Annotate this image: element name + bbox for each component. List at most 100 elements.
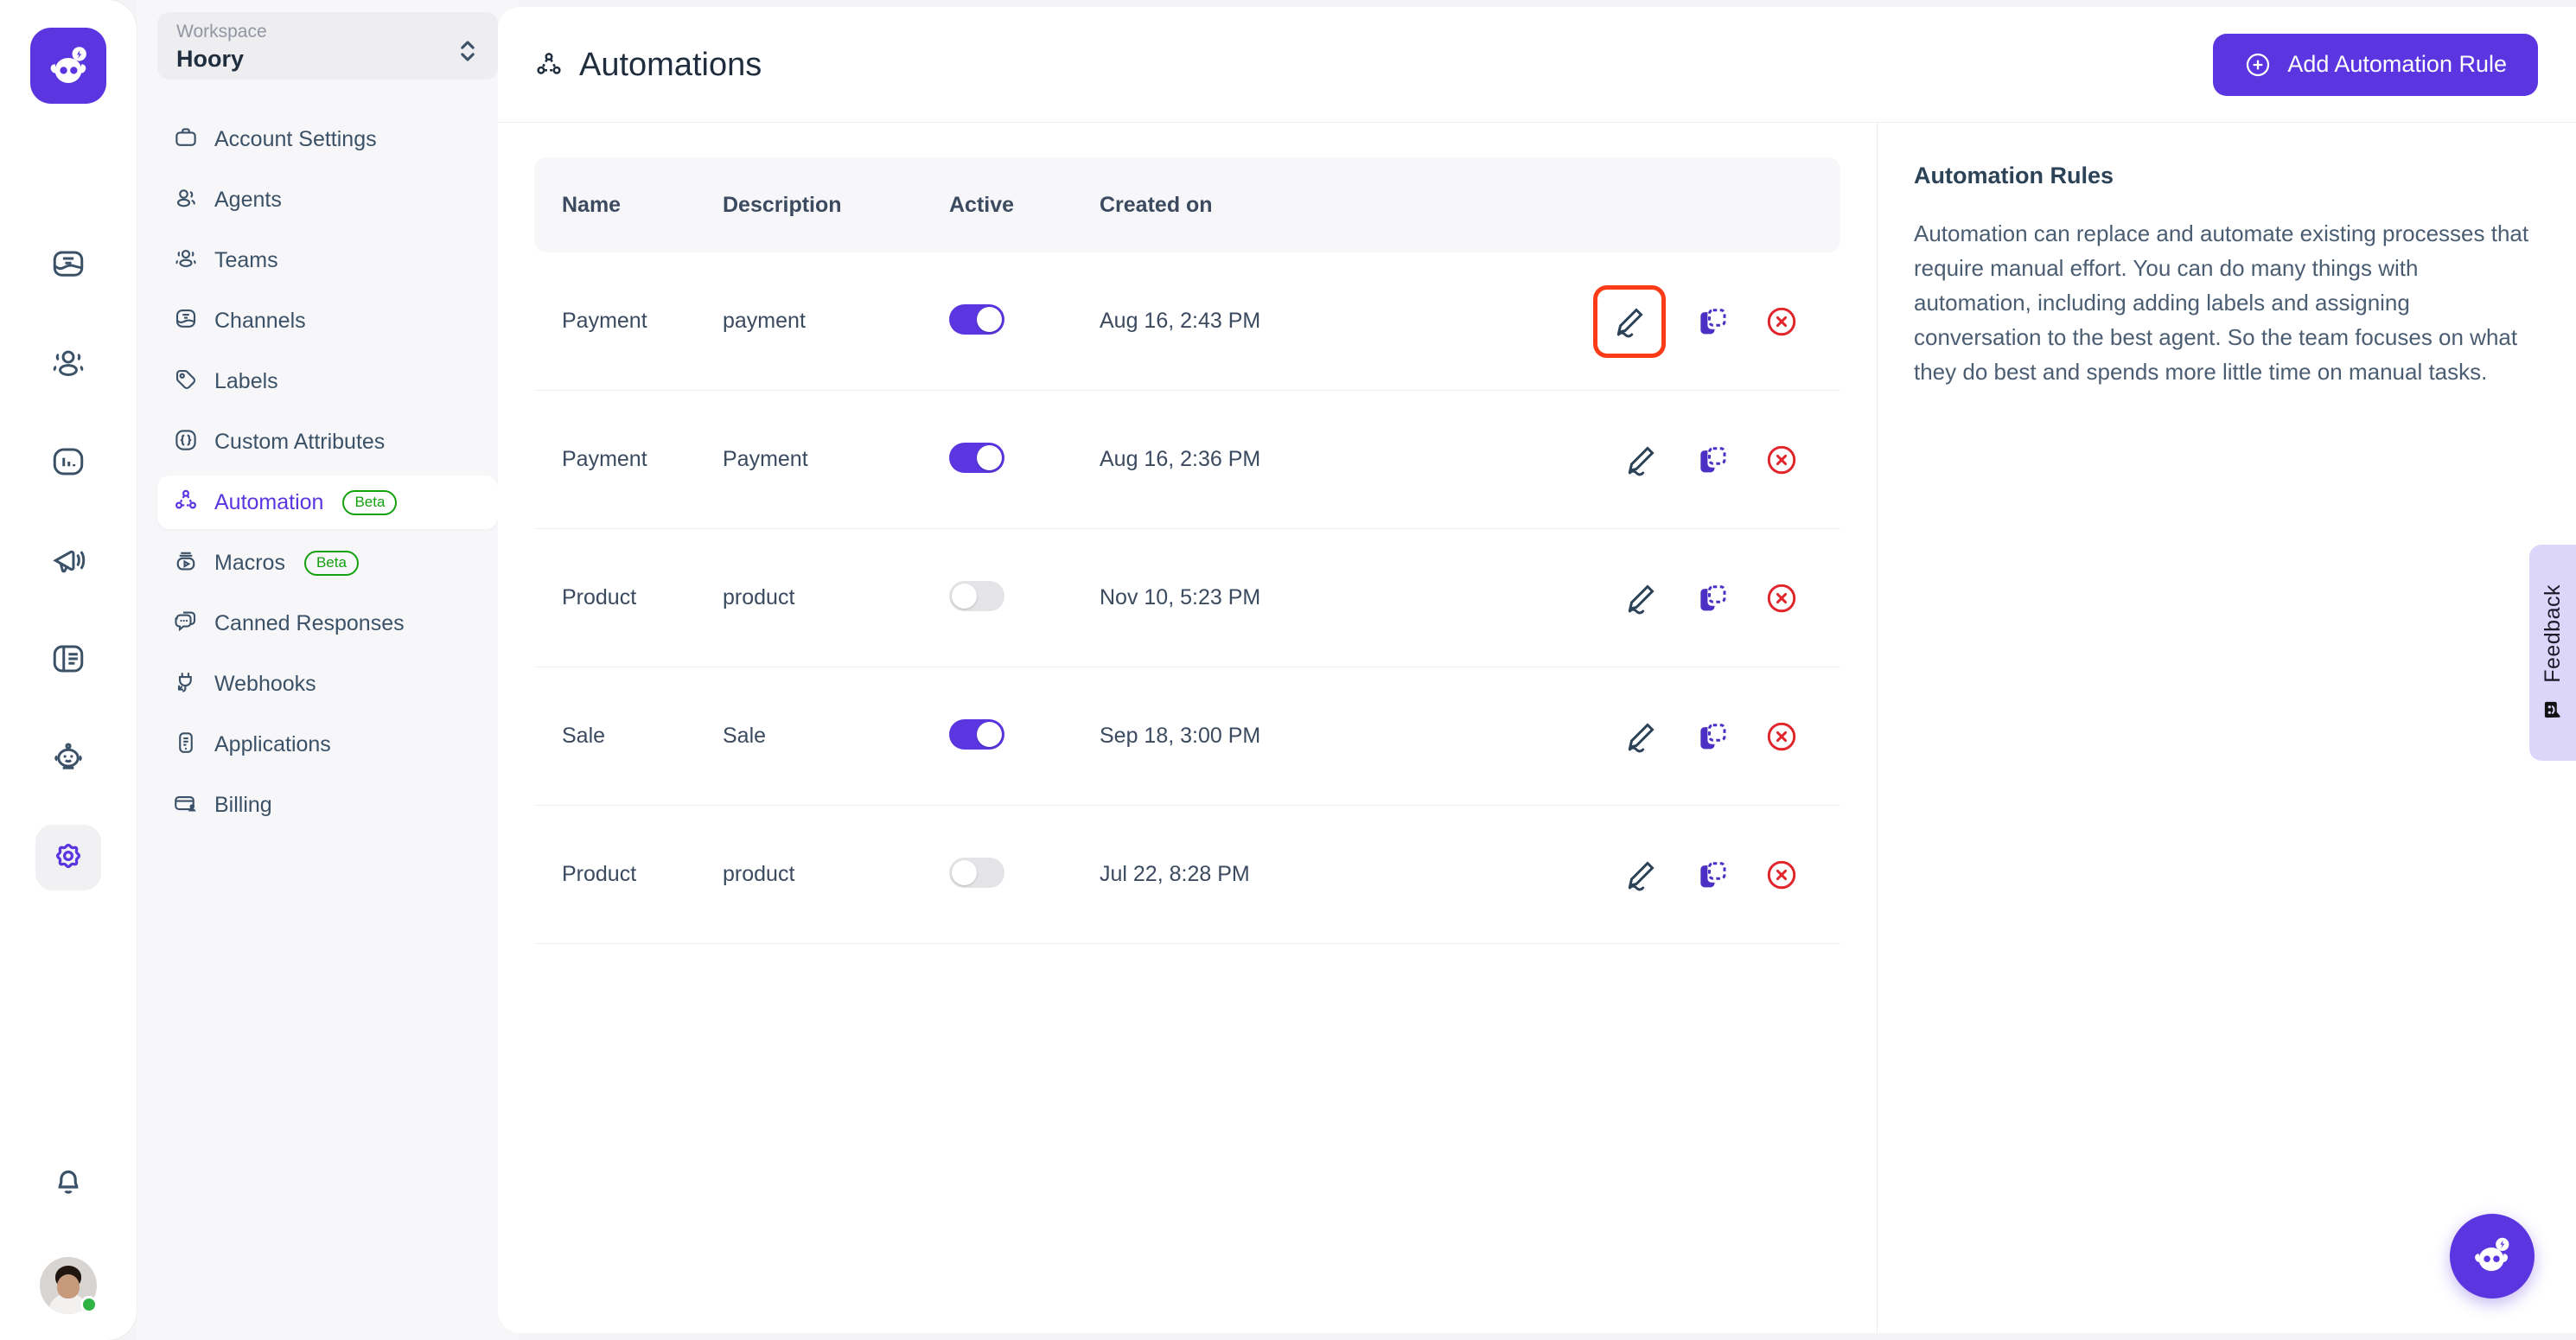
main-panel: Automations Add Automation Rule Name Des…: [498, 7, 2576, 1333]
clone-button[interactable]: [1690, 852, 1735, 897]
campaigns-icon: [50, 542, 86, 583]
sidebar-item-automation[interactable]: Automation Beta: [157, 475, 498, 529]
beta-badge: Beta: [303, 550, 359, 576]
edit-button[interactable]: [1616, 573, 1666, 623]
row-description: payment: [723, 309, 806, 333]
sidebar-item-label: Canned Responses: [214, 611, 405, 635]
active-toggle[interactable]: [949, 303, 1004, 335]
row-name: Product: [562, 862, 637, 886]
edit-button[interactable]: [1616, 711, 1666, 762]
row-description: Sale: [723, 724, 767, 748]
rail-item-bot[interactable]: [35, 726, 101, 792]
workspace-name: Hoory: [176, 46, 245, 72]
sidebar-item-label: Applications: [214, 732, 331, 756]
edit-button[interactable]: [1593, 284, 1666, 358]
row-name: Product: [562, 585, 637, 609]
sidebar-item-canned-responses[interactable]: Canned Responses: [157, 597, 498, 650]
automations-table: Name Description Active Created on Payme…: [498, 123, 1878, 1333]
knowledge-base-icon: [50, 641, 86, 681]
automation-icon: [173, 488, 199, 518]
active-toggle[interactable]: [949, 580, 1004, 611]
edit-button[interactable]: [1616, 850, 1666, 900]
briefcase-icon: [173, 124, 199, 155]
sidebar-item-label: Account Settings: [214, 127, 377, 151]
delete-button[interactable]: [1759, 714, 1804, 759]
row-created-on: Aug 16, 2:36 PM: [1100, 447, 1261, 471]
reports-icon: [50, 443, 86, 484]
column-header-name: Name: [562, 192, 622, 217]
clone-button[interactable]: [1690, 576, 1735, 621]
edit-button[interactable]: [1616, 435, 1666, 485]
workspace-label: Workspace: [176, 22, 267, 41]
sidebar-item-label: Macros: [214, 551, 285, 575]
avatar[interactable]: [40, 1257, 98, 1314]
table-row[interactable]: Payment payment Aug 16, 2:43 PM: [534, 252, 1840, 391]
clone-button[interactable]: [1690, 299, 1735, 344]
sidebar-item-applications[interactable]: Applications: [157, 718, 498, 771]
hoory-mascot-logo[interactable]: [30, 28, 106, 104]
table-row[interactable]: Product product Jul 22, 8:28 PM: [534, 806, 1840, 944]
info-panel-body: Automation can replace and automate exis…: [1914, 220, 2529, 385]
row-created-on: Aug 16, 2:43 PM: [1100, 309, 1261, 333]
rail-item-knowledge-base[interactable]: [35, 628, 101, 693]
sidebar-item-channels[interactable]: Channels: [157, 294, 498, 348]
sidebar-item-agents[interactable]: Agents: [157, 173, 498, 227]
table-row[interactable]: Payment Payment Aug 16, 2:36 PM: [534, 391, 1840, 529]
delete-button[interactable]: [1759, 576, 1804, 621]
rail-item-conversations[interactable]: [35, 233, 101, 299]
notifications-button[interactable]: [35, 1150, 101, 1216]
sidebar-item-label: Webhooks: [214, 672, 316, 696]
page-title: Automations: [579, 46, 762, 83]
beta-badge: Beta: [342, 489, 398, 515]
rail-item-reports[interactable]: [35, 431, 101, 496]
braces-icon: [173, 427, 199, 457]
rail-item-contacts[interactable]: [35, 332, 101, 398]
table-row[interactable]: Product product Nov 10, 5:23 PM: [534, 529, 1840, 667]
active-toggle[interactable]: [949, 857, 1004, 888]
status-badge: [80, 1296, 98, 1313]
feedback-tab[interactable]: Feedback: [2529, 545, 2576, 761]
webhook-plug-icon: [173, 669, 199, 699]
active-toggle[interactable]: [949, 718, 1004, 750]
rail-item-settings[interactable]: [35, 825, 101, 890]
sidebar-item-billing[interactable]: Billing: [157, 778, 498, 832]
row-active-cell: [949, 442, 1100, 477]
channels-icon: [173, 306, 199, 336]
sidebar-item-label: Channels: [214, 309, 306, 333]
row-active-cell: [949, 303, 1100, 339]
delete-button[interactable]: [1759, 299, 1804, 344]
row-actions: [1471, 711, 1840, 762]
sidebar-item-macros[interactable]: Macros Beta: [157, 536, 498, 590]
chat-launcher-button[interactable]: [2450, 1214, 2535, 1299]
clone-button[interactable]: [1690, 714, 1735, 759]
sidebar-item-label: Agents: [214, 188, 282, 212]
workspace-selector[interactable]: Workspace Hoory: [157, 12, 498, 80]
sidebar-item-teams[interactable]: Teams: [157, 233, 498, 287]
app-root: Workspace Hoory Account Settings Agents …: [0, 0, 2576, 1340]
sidebar-item-account-settings[interactable]: Account Settings: [157, 112, 498, 166]
label-tag-icon: [173, 367, 199, 397]
delete-button[interactable]: [1759, 852, 1804, 897]
row-description: product: [723, 862, 795, 886]
sidebar-item-webhooks[interactable]: Webhooks: [157, 657, 498, 711]
page-header: Automations Add Automation Rule: [498, 7, 2576, 123]
delete-button[interactable]: [1759, 437, 1804, 482]
sidebar-item-label: Labels: [214, 369, 278, 393]
rail-bottom-group: [0, 1150, 137, 1314]
rail-item-campaigns[interactable]: [35, 529, 101, 595]
active-toggle[interactable]: [949, 442, 1004, 473]
clone-button[interactable]: [1690, 437, 1735, 482]
rail-icon-list: [35, 233, 101, 890]
billing-card-icon: [173, 790, 199, 820]
column-header-active: Active: [949, 192, 1015, 217]
add-button-label: Add Automation Rule: [2287, 51, 2507, 77]
row-name: Payment: [562, 447, 647, 471]
settings-nav: Account Settings Agents Teams Channels L…: [157, 112, 498, 832]
add-automation-rule-button[interactable]: Add Automation Rule: [2213, 33, 2538, 96]
sidebar-item-custom-attributes[interactable]: Custom Attributes: [157, 415, 498, 469]
sidebar-item-labels[interactable]: Labels: [157, 354, 498, 408]
row-name: Payment: [562, 309, 647, 333]
row-created-on: Jul 22, 8:28 PM: [1100, 862, 1250, 886]
contacts-icon: [50, 345, 86, 386]
table-row[interactable]: Sale Sale Sep 18, 3:00 PM: [534, 667, 1840, 806]
